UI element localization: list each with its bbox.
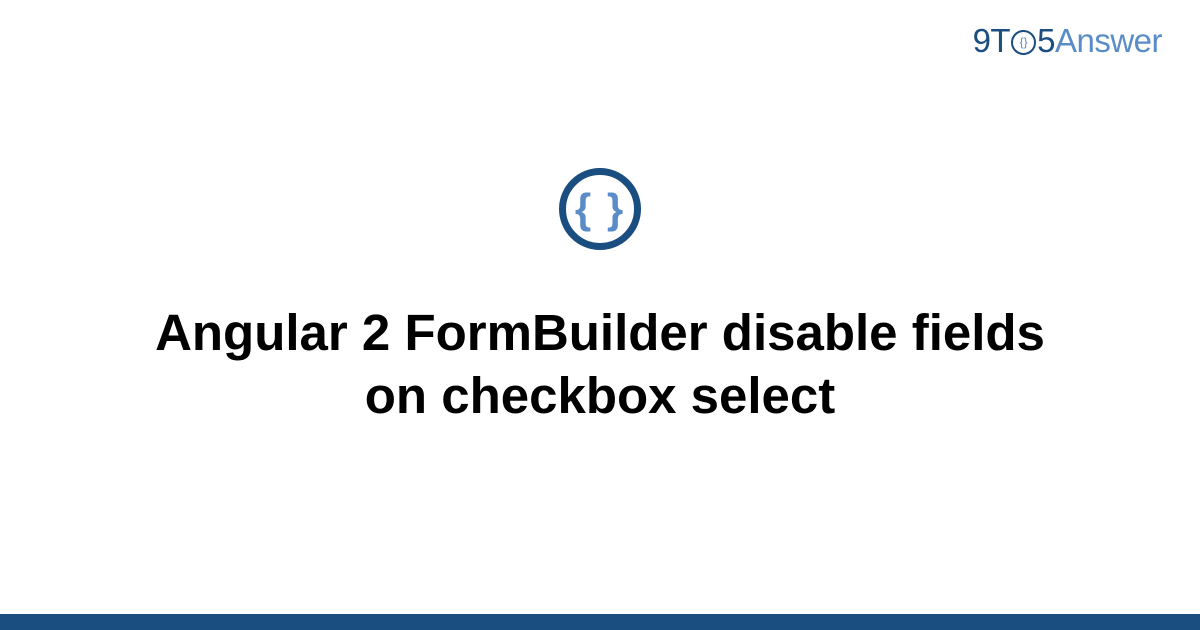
code-braces-icon: { }	[575, 188, 625, 230]
logo-text-answer: Answer	[1055, 22, 1162, 60]
main-content: { } Angular 2 FormBuilder disable fields…	[0, 0, 1200, 630]
site-logo: 9T {} 5 Answer	[973, 22, 1162, 60]
logo-text-9t: 9T	[973, 22, 1011, 60]
question-title: Angular 2 FormBuilder disable fields on …	[150, 302, 1050, 426]
logo-braces-small: {}	[1020, 35, 1028, 49]
logo-circle-icon: {}	[1011, 30, 1036, 55]
footer-accent-bar	[0, 614, 1200, 630]
logo-text-5: 5	[1037, 22, 1055, 60]
topic-icon-circle: { }	[559, 168, 641, 250]
